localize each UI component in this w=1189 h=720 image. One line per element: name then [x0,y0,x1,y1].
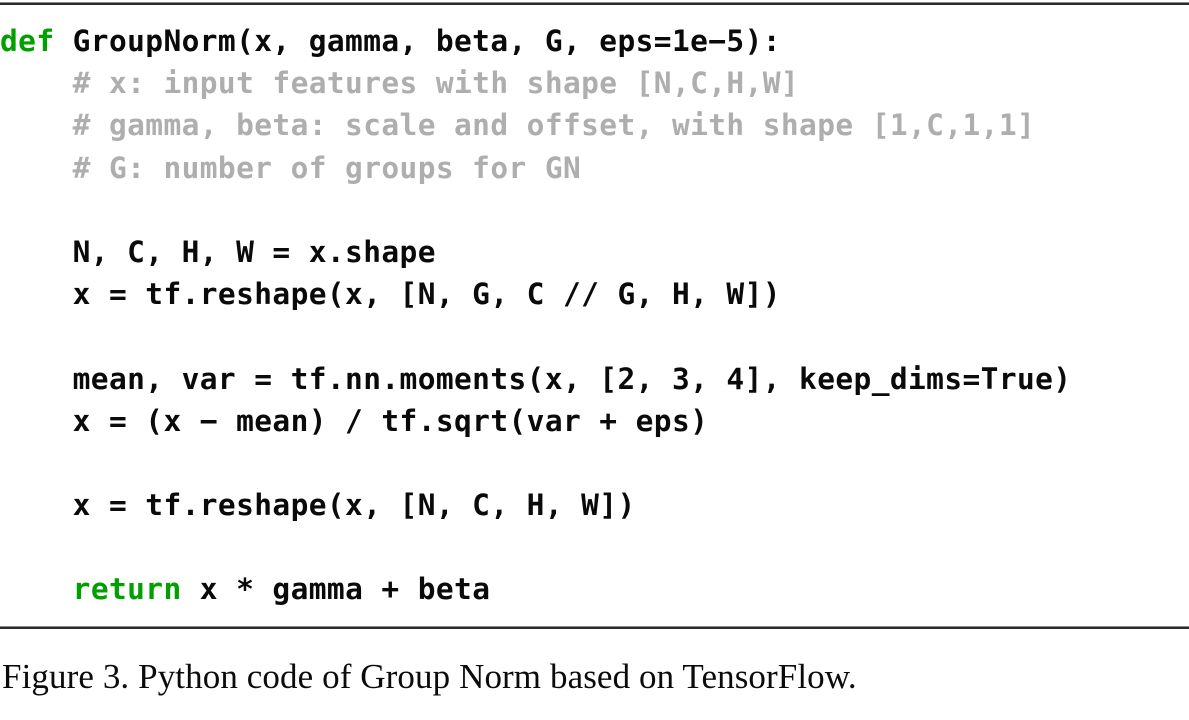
code-line: # x: input features with shape [N,C,H,W] [0,62,1189,104]
figure-caption: Figure 3. Python code of Group Norm base… [2,657,857,696]
code-token-comment: # x: input features with shape [N,C,H,W] [0,66,800,101]
code-line: # G: number of groups for GN [0,147,1189,189]
code-line: mean, var = tf.nn.moments(x, [2, 3, 4], … [0,358,1189,400]
code-token-plain: GroupNorm(x, gamma, beta, G, eps=1e−5): [54,24,781,58]
code-token-plain: x = tf.reshape(x, [N, C, H, W]) [0,488,636,523]
code-token-plain: mean, var = tf.nn.moments(x, [2, 3, 4], … [0,361,1072,396]
code-token-comment: # G: number of groups for GN [0,150,582,185]
python-code-listing: def GroupNorm(x, gamma, beta, G, eps=1e−… [0,20,1189,611]
code-token-plain: x = (x − mean) / tf.sqrt(var + eps) [0,403,709,438]
code-token-kw: return [72,572,182,607]
code-token-plain: x * gamma + beta [181,572,491,607]
code-line: N, C, H, W = x.shape [0,231,1189,273]
figure-bottom-rule [0,626,1189,629]
figure-3-block: def GroupNorm(x, gamma, beta, G, eps=1e−… [0,0,1189,720]
code-line: # gamma, beta: scale and offset, with sh… [0,104,1189,146]
code-line: def GroupNorm(x, gamma, beta, G, eps=1e−… [0,20,1189,62]
code-token-kw: def [0,24,55,58]
code-token-comment: # gamma, beta: scale and offset, with sh… [0,108,1036,143]
code-line: return x * gamma + beta [0,568,1189,610]
code-line: x = tf.reshape(x, [N, G, C // G, H, W]) [0,273,1189,315]
code-line: x = (x − mean) / tf.sqrt(var + eps) [0,400,1189,442]
code-token-plain: N, C, H, W = x.shape [0,234,436,269]
code-token-plain: x = tf.reshape(x, [N, G, C // G, H, W]) [0,277,781,312]
code-line: x = tf.reshape(x, [N, C, H, W]) [0,484,1189,526]
figure-top-rule [0,2,1189,5]
